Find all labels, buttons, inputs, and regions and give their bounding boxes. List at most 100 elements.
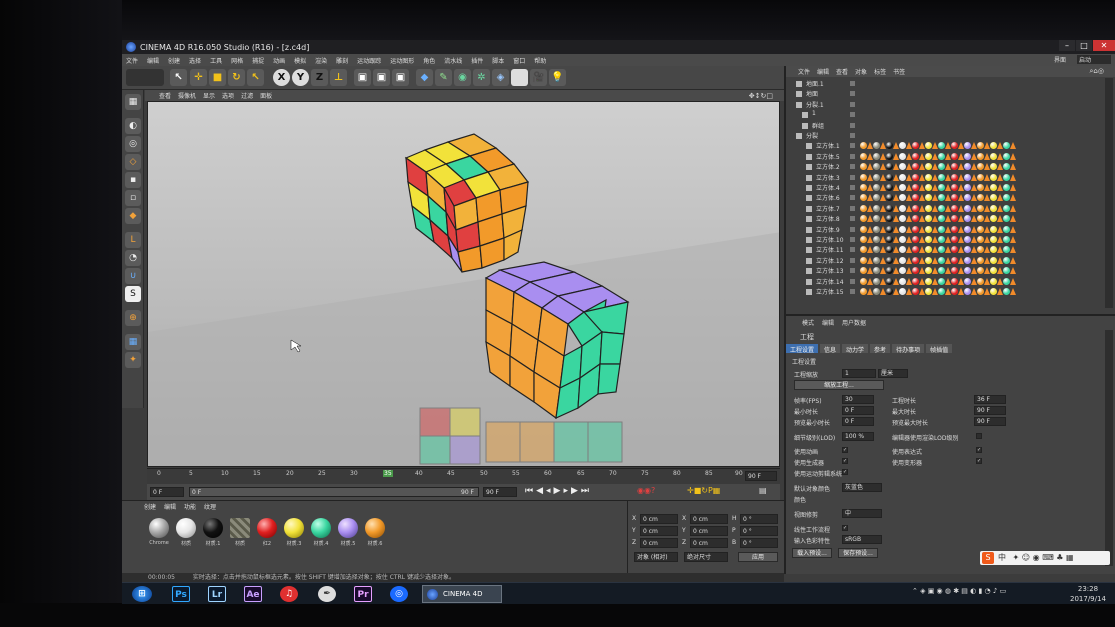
material-tag-icon[interactable]: [964, 256, 971, 264]
object-row[interactable]: 立方体.15: [788, 287, 1108, 297]
material-tag-icon[interactable]: [886, 288, 893, 295]
material-tag-icon[interactable]: [977, 225, 984, 233]
material-tag-icon[interactable]: [964, 277, 971, 285]
object-visibility-toggle[interactable]: [850, 122, 855, 128]
material-tag-icon[interactable]: [990, 194, 997, 202]
material-tag-icon[interactable]: [899, 277, 906, 285]
light-icon[interactable]: 💡: [549, 69, 566, 86]
material-tag-icon[interactable]: [1003, 236, 1010, 243]
position-z-field[interactable]: 0 cm: [640, 538, 678, 548]
material-tag-icon[interactable]: [938, 194, 945, 202]
texture-tag-icon[interactable]: [1010, 215, 1016, 223]
material-tag-icon[interactable]: [938, 204, 945, 212]
edge-mode-icon[interactable]: ▫: [125, 190, 141, 206]
material-tag-icon[interactable]: [912, 225, 919, 233]
material-tag-icon[interactable]: [977, 256, 984, 264]
material-tag-icon[interactable]: [886, 163, 893, 171]
material-tag-icon[interactable]: [925, 204, 932, 212]
object-search-icon[interactable]: ⌕⌂◎: [1090, 67, 1104, 76]
max-time-field[interactable]: 90 F: [974, 406, 1006, 415]
object-menu-file[interactable]: 文件: [798, 67, 810, 76]
material-tag-icon[interactable]: [860, 184, 867, 191]
material-tag-icon[interactable]: [990, 267, 997, 275]
attr-menu-mode[interactable]: 模式: [802, 318, 814, 328]
texture-tag-icon[interactable]: [1010, 184, 1016, 191]
material-tag-icon[interactable]: [873, 215, 880, 223]
material-tag-icon[interactable]: [886, 173, 893, 181]
material-tag-icon[interactable]: [873, 204, 880, 212]
lod-field[interactable]: 100 %: [842, 432, 874, 441]
material-tag-icon[interactable]: [938, 173, 945, 181]
material-tag-icon[interactable]: [912, 236, 919, 243]
material-tag-icon[interactable]: [899, 236, 906, 243]
end-frame-field[interactable]: 90 F: [483, 487, 517, 497]
feather-app-icon[interactable]: ✒: [318, 586, 336, 602]
minimize-button[interactable]: –: [1059, 40, 1075, 51]
object-visibility-toggle[interactable]: [850, 289, 855, 294]
object-menu-edit[interactable]: 编辑: [817, 67, 829, 76]
menu-character[interactable]: 角色: [423, 56, 435, 65]
object-visibility-toggle[interactable]: [850, 257, 855, 263]
material-tag-icon[interactable]: [951, 225, 958, 233]
object-row[interactable]: 立方体.5: [788, 152, 1108, 162]
object-visibility-toggle[interactable]: [850, 81, 855, 86]
object-visibility-toggle[interactable]: [850, 133, 855, 138]
viewport-menu-options[interactable]: 选项: [222, 91, 234, 100]
project-scale-unit-select[interactable]: 厘米: [878, 369, 908, 378]
use-expressions-checkbox[interactable]: ✓: [976, 447, 982, 453]
material-tag-icon[interactable]: [873, 194, 880, 202]
viewport-navigation-icon[interactable]: ✥↕↻□: [749, 92, 773, 100]
material-tag-icon[interactable]: [873, 246, 880, 254]
tab-dynamics[interactable]: 动力学: [842, 344, 869, 354]
texture-tag-icon[interactable]: [1010, 256, 1016, 264]
attr-menu-user-data[interactable]: 用户数据: [842, 318, 866, 328]
3d-viewport[interactable]: [147, 101, 780, 467]
tab-project-settings[interactable]: 工程设置: [786, 344, 819, 354]
material-tag-icon[interactable]: [873, 142, 880, 150]
material-tag-icon[interactable]: [860, 236, 867, 243]
material-tag-icon[interactable]: [938, 267, 945, 275]
material-swatch[interactable]: 材质: [173, 518, 199, 547]
material-tag-icon[interactable]: [990, 225, 997, 233]
material-tag-icon[interactable]: [925, 184, 932, 191]
menu-render[interactable]: 渲染: [315, 56, 327, 65]
material-tag-icon[interactable]: [860, 163, 867, 171]
object-row[interactable]: 立方体.13: [788, 266, 1108, 276]
object-list-scrollbar[interactable]: [1105, 78, 1113, 308]
paint-icon[interactable]: ✦: [125, 352, 141, 368]
material-tag-icon[interactable]: [925, 225, 932, 233]
menu-edit[interactable]: 编辑: [147, 56, 159, 65]
material-tag-icon[interactable]: [977, 236, 984, 243]
material-tag-icon[interactable]: [1003, 256, 1010, 264]
object-menu-objects[interactable]: 对象: [855, 67, 867, 76]
workplane-icon[interactable]: ◇: [125, 154, 141, 170]
material-tag-icon[interactable]: [925, 267, 932, 275]
material-tag-icon[interactable]: [925, 163, 932, 171]
material-tag-icon[interactable]: [925, 236, 932, 243]
tweak-icon[interactable]: ◔: [125, 250, 141, 266]
material-tag-icon[interactable]: [1003, 163, 1010, 171]
lock-workplane-icon[interactable]: ⊕: [125, 310, 141, 326]
material-tag-icon[interactable]: [977, 215, 984, 223]
object-row[interactable]: 立方体.1: [788, 141, 1108, 151]
material-menu-create[interactable]: 创建: [144, 502, 156, 511]
material-tag-icon[interactable]: [951, 204, 958, 212]
object-row[interactable]: 立方体.7: [788, 204, 1108, 214]
material-swatch[interactable]: 红2: [254, 518, 280, 547]
object-visibility-toggle[interactable]: [850, 174, 855, 180]
material-tag-icon[interactable]: [912, 184, 919, 191]
material-tag-icon[interactable]: [886, 142, 893, 150]
material-tag-icon[interactable]: [964, 194, 971, 202]
linear-workflow-checkbox[interactable]: ✓: [842, 525, 848, 531]
rotation-p-field[interactable]: 0 °: [740, 526, 778, 536]
material-tag-icon[interactable]: [938, 256, 945, 264]
menu-simulate[interactable]: 模拟: [294, 56, 306, 65]
object-row[interactable]: 地面.1: [788, 79, 1108, 89]
material-tag-icon[interactable]: [873, 152, 880, 160]
snap-icon[interactable]: ∪: [125, 268, 141, 284]
material-tag-icon[interactable]: [964, 204, 971, 212]
material-tag-icon[interactable]: [964, 246, 971, 254]
render-settings-icon[interactable]: ▣: [392, 69, 409, 86]
material-tag-icon[interactable]: [1003, 142, 1010, 150]
system-clock[interactable]: 23:28 2017/9/14: [1070, 584, 1106, 604]
